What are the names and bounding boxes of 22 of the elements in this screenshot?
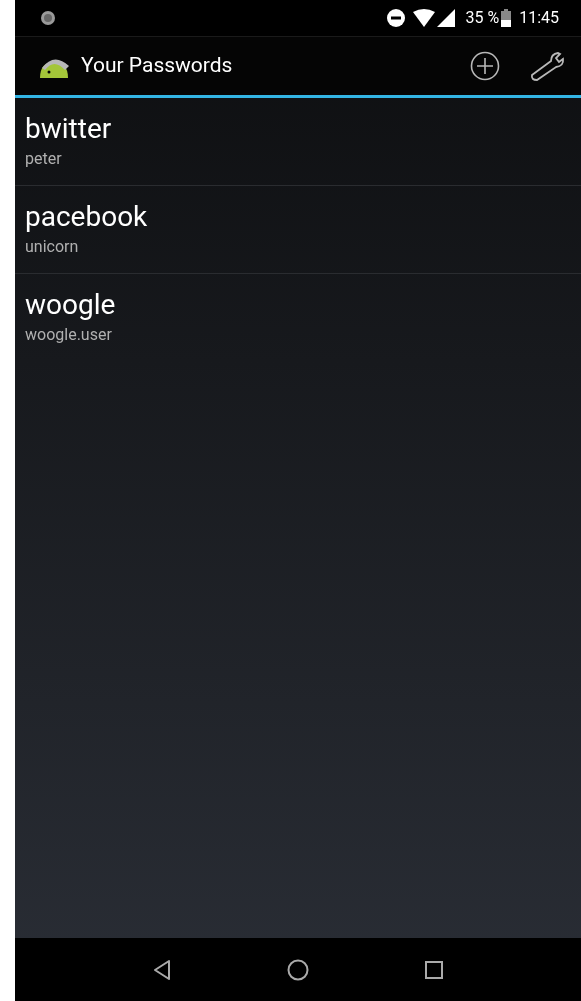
signal-icon bbox=[437, 9, 456, 27]
entry-username: unicorn bbox=[25, 236, 79, 258]
add-icon bbox=[470, 51, 500, 81]
battery-icon bbox=[501, 9, 512, 27]
wrench-icon bbox=[529, 51, 565, 81]
home-icon[interactable] bbox=[287, 958, 309, 981]
password-entry[interactable]: woogle woogle.user bbox=[15, 274, 581, 362]
wifi-icon bbox=[413, 9, 436, 27]
battery-percent: 35 % bbox=[465, 7, 500, 29]
entry-username: woogle.user bbox=[25, 324, 112, 346]
entry-name: pacebook bbox=[25, 200, 148, 234]
do-not-disturb-icon bbox=[387, 9, 406, 27]
password-entry[interactable]: bwitter peter bbox=[15, 98, 581, 186]
app-title: Your Passwords bbox=[81, 52, 233, 80]
clock: 11:45 bbox=[519, 7, 559, 29]
entry-username: peter bbox=[25, 148, 62, 170]
entry-name: woogle bbox=[25, 288, 116, 322]
back-icon[interactable] bbox=[152, 958, 173, 981]
recents-icon[interactable] bbox=[423, 959, 444, 980]
notification-icon bbox=[40, 10, 56, 26]
password-entry[interactable]: pacebook unicorn bbox=[15, 186, 581, 274]
entry-name: bwitter bbox=[25, 112, 112, 146]
